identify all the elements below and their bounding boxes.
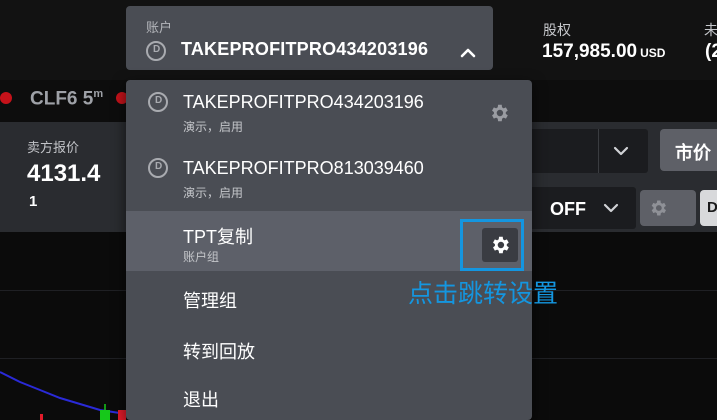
order-type-select[interactable]: [528, 129, 648, 173]
timeframe: 5: [82, 88, 94, 110]
candle: [118, 410, 126, 420]
account-name: TAKEPROFITPRO434203196: [183, 92, 424, 112]
toggle-value: OFF: [550, 199, 586, 219]
chevron-down-icon[interactable]: [602, 199, 620, 217]
menu-item-label: 转到回放: [183, 342, 255, 362]
chevron-up-icon[interactable]: [459, 44, 477, 62]
account-status: 演示，启用: [183, 186, 244, 200]
status-dot: [0, 92, 12, 104]
toggle-select[interactable]: OFF: [528, 187, 636, 229]
account-status: 演示，启用: [183, 120, 244, 134]
d-circle-icon: D: [148, 158, 168, 178]
symbol-label[interactable]: CLF6 5m: [30, 88, 103, 110]
menu-item-label: 退出: [183, 390, 219, 410]
annotation-label: 点击跳转设置: [408, 280, 559, 308]
menu-go-to-replay[interactable]: 转到回放: [126, 327, 532, 371]
chevron-down-icon[interactable]: [612, 142, 630, 160]
highlight-box: [460, 219, 524, 271]
d-circle-icon: D: [146, 41, 166, 61]
menu-logout[interactable]: 退出: [126, 376, 532, 420]
menu-account-item[interactable]: D TAKEPROFITPRO434203196 演示，启用: [126, 80, 532, 144]
market-order-button[interactable]: 市价: [660, 129, 717, 171]
equity-value: 157,985.00 USD: [542, 41, 665, 63]
bid-price: 4131.4: [27, 160, 101, 187]
candle: [40, 414, 43, 420]
gear-icon[interactable]: [488, 102, 510, 124]
order-settings-button[interactable]: [640, 190, 696, 226]
d-circle-icon: D: [148, 92, 168, 112]
equity-amount: 157,985.00: [542, 41, 638, 62]
gear-icon: [651, 200, 666, 216]
equity-label: 股权: [543, 22, 571, 38]
account-value: TAKEPROFITPRO434203196: [181, 39, 429, 59]
bid-label: 卖方报价: [27, 140, 80, 155]
menu-account-item[interactable]: D TAKEPROFITPRO813039460 演示，启用: [126, 146, 532, 210]
account-name: TAKEPROFITPRO813039460: [183, 158, 424, 178]
timeframe-unit: m: [93, 88, 104, 100]
unrealized-label: 未: [704, 22, 717, 38]
moving-average-line: [0, 371, 127, 415]
group-name: TPT复制: [183, 227, 253, 247]
equity-currency: USD: [640, 46, 666, 60]
account-selector[interactable]: 账户 D TAKEPROFITPRO434203196: [126, 6, 493, 70]
divider: [598, 129, 599, 173]
group-sub: 账户组: [183, 250, 220, 264]
account-label: 账户: [146, 20, 173, 35]
symbol-name: CLF6: [30, 88, 78, 110]
menu-item-label: 管理组: [183, 291, 237, 311]
bid-size: 1: [29, 193, 38, 210]
unrealized-value: (2: [705, 41, 717, 62]
d-button[interactable]: D: [700, 190, 717, 226]
